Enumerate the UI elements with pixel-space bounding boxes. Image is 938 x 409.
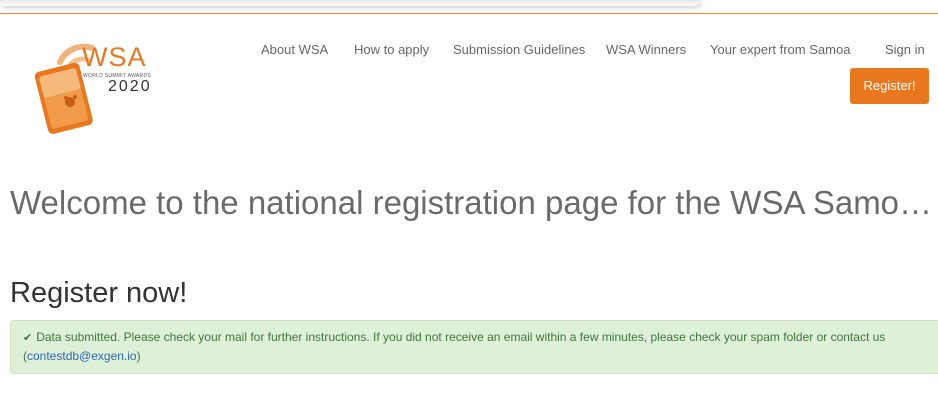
page: WSA WORLD SUMMIT AWARDS 2020 About WSA H… xyxy=(0,0,938,409)
register-heading: Register now! xyxy=(10,277,188,309)
alert-message: Data submitted. Please check your mail f… xyxy=(36,330,886,344)
check-icon: ✔ xyxy=(23,331,33,344)
success-alert: ✔ Data submitted. Please check your mail … xyxy=(10,320,938,374)
main-nav: About WSA How to apply Submission Guidel… xyxy=(0,42,938,62)
logo-year: 2020 xyxy=(108,78,152,95)
alert-close-paren: ) xyxy=(136,349,141,363)
nav-about-wsa[interactable]: About WSA xyxy=(261,42,328,57)
top-shadow-bar xyxy=(0,0,700,6)
nav-wsa-winners[interactable]: WSA Winners xyxy=(606,42,686,57)
contact-email-link[interactable]: contestdb@exgen.io xyxy=(27,349,137,363)
nav-how-to-apply[interactable]: How to apply xyxy=(354,42,429,57)
page-title: Welcome to the national registration pag… xyxy=(10,184,935,221)
nav-submission-guidelines[interactable]: Submission Guidelines xyxy=(453,42,585,57)
nav-sign-in[interactable]: Sign in xyxy=(885,42,925,57)
register-button[interactable]: Register! xyxy=(850,68,929,104)
top-divider xyxy=(0,13,938,14)
nav-your-expert[interactable]: Your expert from Samoa xyxy=(710,42,850,57)
